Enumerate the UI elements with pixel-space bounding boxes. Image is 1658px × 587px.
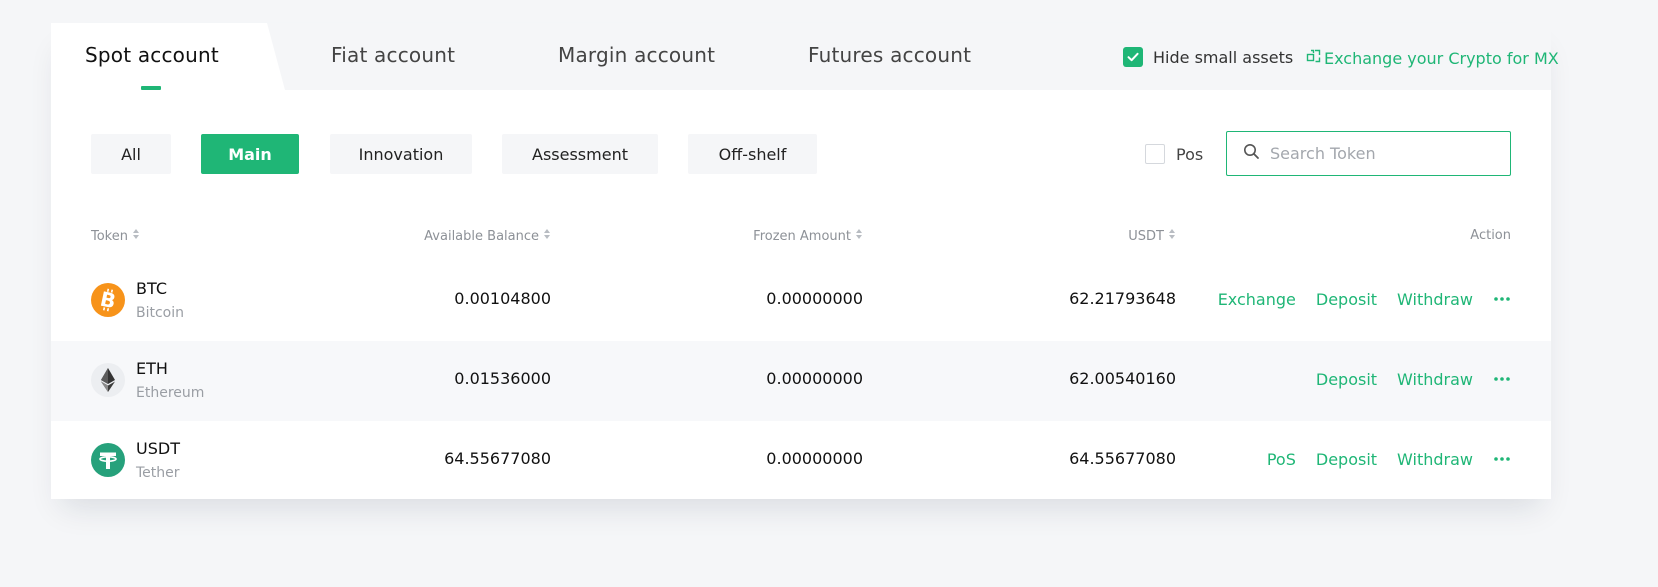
- checkbox-checked-icon[interactable]: [1123, 47, 1143, 67]
- exchange-crypto-link[interactable]: Exchange your Crypto for MX: [1306, 48, 1559, 68]
- table-row: B BTC Bitcoin 0.00104800 0.00000000 62.2…: [51, 261, 1551, 341]
- token-symbol: ETH: [136, 359, 168, 378]
- withdraw-button[interactable]: Withdraw: [1397, 290, 1473, 309]
- table-row: ETH Ethereum 0.01536000 0.00000000 62.00…: [51, 341, 1551, 421]
- more-options-icon[interactable]: [1493, 369, 1511, 389]
- pos-filter-toggle[interactable]: Pos: [1145, 144, 1203, 164]
- bitcoin-icon: B: [91, 283, 125, 317]
- tab-futures-account[interactable]: Futures account: [808, 43, 971, 67]
- usdt-value: 64.55677080: [1069, 449, 1176, 468]
- frozen-amount: 0.00000000: [766, 289, 863, 308]
- more-options-icon[interactable]: [1493, 289, 1511, 309]
- hide-small-assets-toggle[interactable]: Hide small assets: [1123, 47, 1293, 67]
- withdraw-button[interactable]: Withdraw: [1397, 370, 1473, 389]
- filter-all[interactable]: All: [91, 134, 171, 174]
- exchange-link-label: Exchange your Crypto for MX: [1324, 48, 1559, 68]
- hide-small-assets-label: Hide small assets: [1153, 47, 1294, 67]
- ethereum-icon: [91, 363, 125, 397]
- tab-fiat-account[interactable]: Fiat account: [331, 43, 455, 67]
- filter-off-shelf[interactable]: Off-shelf: [688, 134, 817, 174]
- column-header-frozen-amount[interactable]: Frozen Amount: [753, 228, 863, 244]
- deposit-button[interactable]: Deposit: [1316, 370, 1377, 389]
- filter-assessment[interactable]: Assessment: [502, 134, 658, 174]
- column-header-usdt-label: USDT: [1128, 228, 1164, 244]
- token-name: Tether: [136, 465, 180, 481]
- withdraw-button[interactable]: Withdraw: [1397, 450, 1473, 469]
- more-options-icon[interactable]: [1493, 449, 1511, 469]
- pos-label: Pos: [1176, 144, 1204, 164]
- token-name: Bitcoin: [136, 305, 185, 321]
- account-tab-bar: Spot account Fiat account Margin account…: [51, 23, 1559, 90]
- usdt-value: 62.00540160: [1069, 369, 1176, 388]
- active-tab-slant: [267, 23, 285, 90]
- tab-margin-account[interactable]: Margin account: [558, 43, 715, 67]
- table-row: USDT Tether 64.55677080 0.00000000 64.55…: [51, 421, 1551, 501]
- filter-innovation[interactable]: Innovation: [330, 134, 472, 174]
- filter-main[interactable]: Main: [201, 134, 299, 174]
- frozen-amount: 0.00000000: [766, 449, 863, 468]
- column-header-usdt[interactable]: USDT: [1128, 228, 1176, 244]
- column-header-available-balance[interactable]: Available Balance: [424, 228, 551, 244]
- row-actions: Exchange Deposit Withdraw: [1198, 289, 1511, 309]
- sort-icon[interactable]: [132, 228, 140, 244]
- row-actions: PoS Deposit Withdraw: [1247, 449, 1511, 469]
- token-name: Ethereum: [136, 385, 205, 401]
- search-token-box[interactable]: [1226, 131, 1511, 176]
- spot-account-panel: Spot account Fiat account Margin account…: [51, 23, 1559, 501]
- exchange-button[interactable]: Exchange: [1218, 290, 1296, 309]
- pos-checkbox[interactable]: [1145, 144, 1165, 164]
- search-icon: [1243, 143, 1260, 164]
- exchange-icon: [1306, 48, 1324, 68]
- available-balance: 0.00104800: [454, 289, 551, 308]
- sort-icon[interactable]: [1168, 228, 1176, 244]
- column-header-available-label: Available Balance: [424, 228, 539, 244]
- available-balance: 0.01536000: [454, 369, 551, 388]
- column-header-frozen-label: Frozen Amount: [753, 228, 851, 244]
- column-header-token[interactable]: Token: [91, 228, 140, 244]
- token-symbol: BTC: [136, 279, 167, 298]
- sort-icon[interactable]: [543, 228, 551, 244]
- deposit-button[interactable]: Deposit: [1316, 450, 1377, 469]
- row-actions: Deposit Withdraw: [1296, 369, 1511, 389]
- search-input[interactable]: [1270, 144, 1500, 163]
- sort-icon[interactable]: [855, 228, 863, 244]
- token-symbol: USDT: [136, 439, 180, 458]
- usdt-value: 62.21793648: [1069, 289, 1176, 308]
- tab-spot-account[interactable]: Spot account: [85, 43, 219, 67]
- column-header-action: Action: [1470, 228, 1511, 243]
- deposit-button[interactable]: Deposit: [1316, 290, 1377, 309]
- active-tab-indicator: [141, 86, 161, 90]
- column-header-token-label: Token: [91, 228, 128, 244]
- available-balance: 64.55677080: [444, 449, 551, 468]
- tether-icon: [91, 443, 125, 477]
- pos-button[interactable]: PoS: [1267, 450, 1296, 469]
- frozen-amount: 0.00000000: [766, 369, 863, 388]
